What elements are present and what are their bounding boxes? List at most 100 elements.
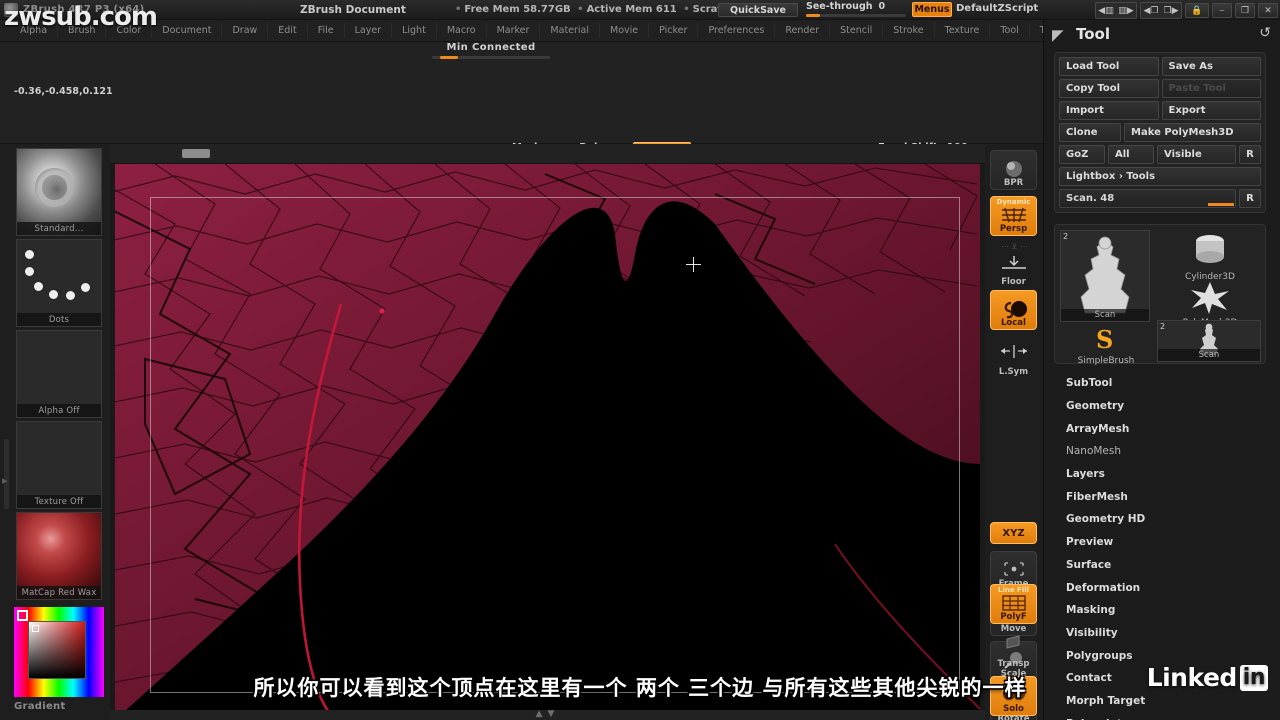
section-masking[interactable]: Masking: [1054, 599, 1266, 622]
zscript-label[interactable]: DefaultZScript: [956, 3, 1038, 14]
canvas-bottom-scrollbar[interactable]: ▲▼: [110, 710, 985, 720]
goz-r-button[interactable]: R: [1239, 145, 1261, 164]
simplebrush-icon: S: [1088, 325, 1124, 353]
scan-mesh-preview-icon: [1061, 231, 1149, 321]
goz-button[interactable]: GoZ: [1059, 145, 1105, 164]
all-button[interactable]: All: [1108, 145, 1154, 164]
menu-item-stroke[interactable]: Stroke: [883, 23, 934, 38]
menu-item-picker[interactable]: Picker: [649, 23, 698, 38]
texture-label: Texture Off: [17, 495, 101, 508]
cylinder3d-item[interactable]: Cylinder3D: [1165, 231, 1255, 282]
menu-item-stencil[interactable]: Stencil: [830, 23, 883, 38]
menu-item-tool[interactable]: Tool: [990, 23, 1029, 38]
section-deformation[interactable]: Deformation: [1054, 576, 1266, 599]
scan-slider[interactable]: Scan. 48: [1059, 189, 1236, 208]
section-subtool[interactable]: SubTool: [1054, 372, 1266, 395]
menus-toggle-button[interactable]: Menus: [912, 2, 952, 17]
stroke-label: Dots: [17, 313, 101, 326]
export-button[interactable]: Export: [1162, 101, 1262, 120]
simplebrush-item[interactable]: S SimpleBrush: [1060, 325, 1152, 366]
viewport-3d[interactable]: [115, 164, 980, 720]
close-icon[interactable]: ✕: [1258, 3, 1278, 18]
floor-grid-separator-icon: ⋯ ⊻ ⋯: [1001, 242, 1028, 251]
local-button[interactable]: Local: [990, 290, 1037, 330]
alpha-thumbnail[interactable]: Alpha Off: [16, 330, 102, 418]
xyz-button[interactable]: XYZ: [990, 522, 1037, 544]
section-surface[interactable]: Surface: [1054, 554, 1266, 577]
min-connected-slider[interactable]: Min Connected: [432, 42, 550, 59]
bpr-button[interactable]: BPR: [990, 150, 1037, 190]
section-geometry-hd[interactable]: Geometry HD: [1054, 508, 1266, 531]
menu-item-light[interactable]: Light: [392, 23, 437, 38]
menu-item-layer[interactable]: Layer: [345, 23, 393, 38]
clone-button[interactable]: Clone: [1059, 123, 1121, 142]
section-polypaint[interactable]: Polypaint: [1054, 712, 1266, 720]
back-arrow-icon[interactable]: ◤: [1052, 26, 1064, 44]
section-geometry[interactable]: Geometry: [1054, 395, 1266, 418]
restore-icon[interactable]: ❐: [1235, 3, 1255, 18]
menu-item-macro[interactable]: Macro: [437, 23, 487, 38]
canvas-resize-handle-icon[interactable]: ▲▼: [536, 709, 560, 719]
menu-item-movie[interactable]: Movie: [600, 23, 649, 38]
canvas-area[interactable]: ▲▼: [110, 144, 985, 720]
material-palette-item[interactable]: MatCap Red Wax: [16, 512, 102, 600]
load-tool-button[interactable]: Load Tool: [1059, 57, 1159, 76]
copy-tool-button[interactable]: Copy Tool: [1059, 79, 1159, 98]
section-visibility[interactable]: Visibility: [1054, 622, 1266, 645]
scan-r-button[interactable]: R: [1239, 189, 1261, 208]
floor-button[interactable]: Floor: [990, 254, 1037, 288]
sv-marker[interactable]: [32, 625, 39, 632]
hue-marker[interactable]: [17, 610, 28, 621]
menu-item-marker[interactable]: Marker: [487, 23, 541, 38]
import-button[interactable]: Import: [1059, 101, 1159, 120]
texture-palette-item[interactable]: Texture Off: [16, 421, 102, 509]
visible-button[interactable]: Visible: [1157, 145, 1236, 164]
minimize-icon[interactable]: ⎯: [1212, 3, 1232, 18]
menu-item-render[interactable]: Render: [775, 23, 830, 38]
reset-icon[interactable]: ↺: [1259, 25, 1271, 41]
section-arraymesh[interactable]: ArrayMesh: [1054, 417, 1266, 440]
layout-arrows-group: ◀❐ ❐▶: [1140, 2, 1182, 19]
prev-icon[interactable]: ◀▥: [1096, 3, 1116, 18]
tool-panel: ◤ Tool ↺ Load Tool Save As Copy Tool Pas…: [1043, 20, 1280, 720]
section-fibermesh[interactable]: FiberMesh: [1054, 485, 1266, 508]
dynamic-label: Dynamic: [991, 198, 1036, 206]
save-as-button[interactable]: Save As: [1162, 57, 1262, 76]
current-tool-thumbnail[interactable]: 2 Scan: [1060, 230, 1150, 322]
layout-next-icon[interactable]: ❐▶: [1161, 3, 1181, 18]
menu-item-edit[interactable]: Edit: [268, 23, 307, 38]
lsym-button[interactable]: L.Sym: [990, 338, 1037, 378]
menu-item-preferences[interactable]: Preferences: [698, 23, 775, 38]
see-through-track[interactable]: [806, 14, 906, 17]
layout-prev-icon[interactable]: ◀❐: [1141, 3, 1161, 18]
canvas-top-scrollbar[interactable]: [110, 144, 985, 164]
min-connected-track[interactable]: [432, 56, 550, 59]
menu-item-draw[interactable]: Draw: [222, 23, 268, 38]
palette-expand-arrow-icon[interactable]: ▸: [2, 474, 8, 487]
lightbox-tools-button[interactable]: Lightbox › Tools: [1059, 167, 1261, 186]
section-preview[interactable]: Preview: [1054, 531, 1266, 554]
material-thumbnail[interactable]: MatCap Red Wax: [16, 512, 102, 600]
brush-palette-item[interactable]: Standard...: [16, 148, 102, 236]
quicksave-button[interactable]: QuickSave: [718, 3, 798, 17]
menu-item-file[interactable]: File: [308, 23, 345, 38]
polyf-button[interactable]: Line Fill PolyF: [990, 584, 1037, 624]
section-nanomesh[interactable]: NanoMesh: [1054, 440, 1266, 463]
next-icon[interactable]: ▥▶: [1116, 3, 1136, 18]
section-layers[interactable]: Layers: [1054, 463, 1266, 486]
menu-item-document[interactable]: Document: [152, 23, 222, 38]
brush-thumbnail[interactable]: Standard...: [16, 148, 102, 236]
canvas-scroll-thumb[interactable]: [182, 149, 210, 158]
persp-button[interactable]: Dynamic Persp: [990, 196, 1037, 236]
texture-thumbnail[interactable]: Texture Off: [16, 421, 102, 509]
see-through-slider[interactable]: See-through 0: [806, 1, 906, 17]
menu-item-material[interactable]: Material: [540, 23, 600, 38]
make-polymesh3d-button[interactable]: Make PolyMesh3D: [1124, 123, 1261, 142]
transp-button[interactable]: Transp: [990, 630, 1037, 670]
lock-icon[interactable]: 🔒: [1185, 3, 1209, 18]
stroke-thumbnail[interactable]: Dots: [16, 239, 102, 327]
alpha-palette-item[interactable]: Alpha Off: [16, 330, 102, 418]
stroke-palette-item[interactable]: Dots: [16, 239, 102, 327]
menu-item-texture[interactable]: Texture: [935, 23, 991, 38]
scan-small-thumbnail[interactable]: 2 Scan: [1157, 320, 1261, 362]
